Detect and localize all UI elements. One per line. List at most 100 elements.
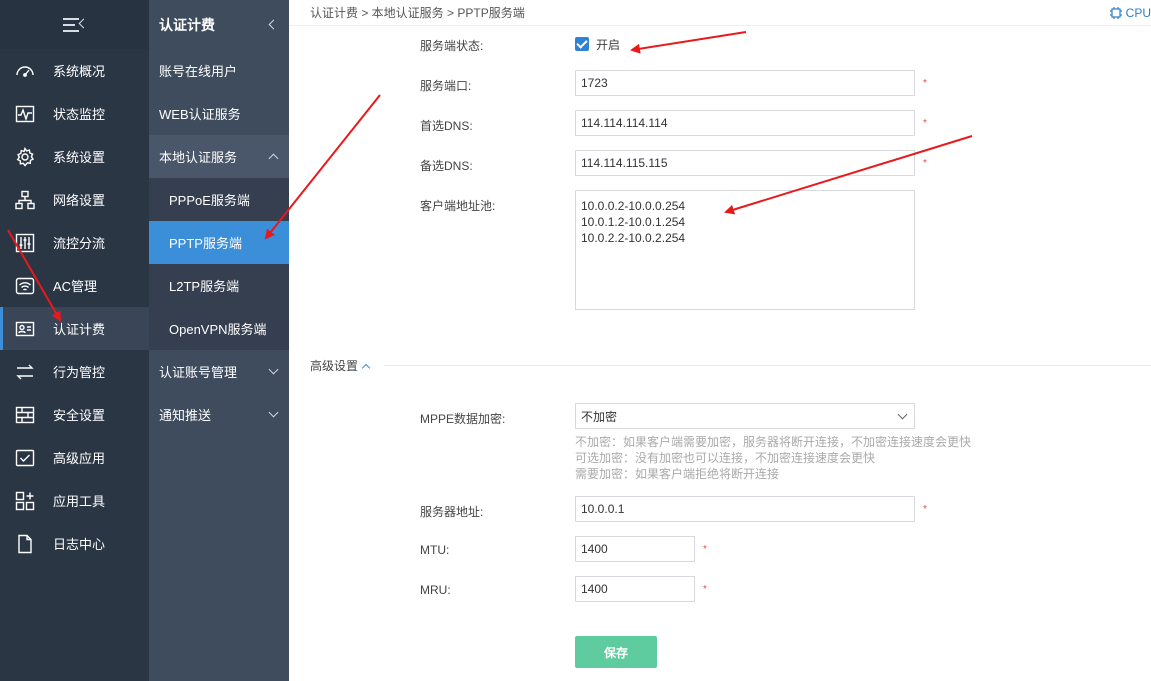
network-icon — [14, 190, 36, 210]
sidebar-item-network[interactable]: 网络设置 — [0, 178, 149, 221]
sidebar-item-monitor[interactable]: 状态监控 — [0, 92, 149, 135]
subnav-item-account-mgmt[interactable]: 认证账号管理 — [149, 350, 289, 393]
port-label: 服务端口: — [420, 79, 472, 93]
sidebar-item-label: 认证计费 — [53, 322, 106, 337]
chevron-down-icon — [268, 407, 279, 418]
sub-sidebar-header: 认证计费 — [149, 0, 289, 49]
server-address-input[interactable] — [575, 496, 915, 522]
sidebar-item-advanced-apps[interactable]: 高级应用 — [0, 436, 149, 479]
subnav-item-label: OpenVPN服务端 — [169, 322, 267, 337]
mtu-input[interactable] — [575, 536, 695, 562]
sidebar-item-label: 高级应用 — [53, 451, 106, 466]
subnav-item-label: PPTP服务端 — [169, 236, 242, 251]
chevron-down-icon — [897, 409, 908, 419]
subnav-item-pppoe[interactable]: PPPoE服务端 — [149, 178, 289, 221]
collapse-menu-icon[interactable] — [62, 17, 88, 33]
breadcrumb: 认证计费 > 本地认证服务 > PPTP服务端 — [310, 6, 525, 20]
sidebar-item-label: 网络设置 — [53, 193, 106, 208]
advanced-divider — [384, 365, 1151, 366]
check-box-icon — [14, 448, 36, 468]
sidebar-item-logs[interactable]: 日志中心 — [0, 522, 149, 565]
advanced-settings-toggle[interactable]: 高级设置 — [310, 357, 371, 374]
sub-sidebar-title: 认证计费 — [159, 16, 215, 33]
sidebar-item-label: 行为管控 — [53, 365, 106, 380]
chevron-left-icon[interactable] — [268, 19, 279, 30]
subnav-item-pptp[interactable]: PPTP服务端 — [149, 221, 289, 264]
firewall-icon — [14, 405, 36, 425]
required-mark: * — [703, 544, 707, 555]
subnav-item-label: 本地认证服务 — [159, 150, 238, 165]
required-mark: * — [703, 584, 707, 595]
sidebar-item-security[interactable]: 安全设置 — [0, 393, 149, 436]
sidebar-item-flow-control[interactable]: 流控分流 — [0, 221, 149, 264]
dns1-label: 首选DNS: — [420, 119, 473, 133]
sidebar-item-label: 日志中心 — [53, 537, 106, 552]
sub-nav: 账号在线用户 WEB认证服务 本地认证服务 PPPoE服务端 PPTP服务端 L… — [149, 49, 289, 436]
mru-input[interactable] — [575, 576, 695, 602]
subnav-item-local-auth[interactable]: 本地认证服务 — [149, 135, 289, 178]
main-content: 认证计费 > 本地认证服务 > PPTP服务端 CPU 服务端状态: 开启 服务… — [289, 0, 1151, 681]
required-mark: * — [923, 158, 927, 169]
cpu-label: CPU — [1125, 5, 1151, 20]
sidebar-item-label: 流控分流 — [53, 236, 106, 251]
subnav-item-online-users[interactable]: 账号在线用户 — [149, 49, 289, 92]
dns2-input[interactable] — [575, 150, 915, 176]
main-sidebar: 系统概况 状态监控 系统设置 网络设置 流控分流 AC管理 认证计费 行为管控 … — [0, 0, 149, 681]
help-line: 需要加密：如果客户端拒绝将断开连接 — [575, 467, 780, 481]
port-input[interactable] — [575, 70, 915, 96]
id-card-icon — [14, 319, 36, 339]
chevron-down-icon — [268, 364, 279, 375]
dns1-input[interactable] — [575, 110, 915, 136]
mppe-label: MPPE数据加密: — [420, 412, 506, 426]
subnav-item-l2tp[interactable]: L2TP服务端 — [149, 264, 289, 307]
mppe-selected-value: 不加密 — [581, 409, 618, 424]
monitor-icon — [14, 104, 36, 124]
sidebar-item-behavior[interactable]: 行为管控 — [0, 350, 149, 393]
sidebar-item-ac[interactable]: AC管理 — [0, 264, 149, 307]
cpu-indicator[interactable]: CPU — [1109, 6, 1151, 20]
subnav-item-label: 账号在线用户 — [159, 64, 238, 79]
sidebar-item-label: 系统概况 — [53, 64, 106, 79]
subnav-item-openvpn[interactable]: OpenVPN服务端 — [149, 307, 289, 350]
required-mark: * — [923, 118, 927, 129]
help-line: 不加密：如果客户端需要加密，服务器将断开连接，不加密连接速度会更快 — [575, 435, 972, 449]
chevron-up-icon — [361, 363, 371, 372]
chevron-up-icon — [268, 153, 279, 164]
mru-label: MRU: — [420, 583, 451, 597]
gear-icon — [14, 146, 36, 167]
status-checkbox[interactable] — [575, 37, 589, 51]
apps-icon — [14, 491, 36, 511]
sidebar-item-auth-billing[interactable]: 认证计费 — [0, 307, 149, 350]
wifi-icon — [14, 276, 36, 296]
sidebar-item-overview[interactable]: 系统概况 — [0, 49, 149, 92]
mtu-label: MTU: — [420, 543, 450, 557]
required-mark: * — [923, 78, 927, 89]
subnav-item-label: WEB认证服务 — [159, 107, 241, 122]
subnav-item-notify[interactable]: 通知推送 — [149, 393, 289, 436]
subnav-item-label: L2TP服务端 — [169, 279, 240, 294]
required-mark: * — [923, 504, 927, 515]
sidebar-item-label: 应用工具 — [53, 494, 106, 509]
swap-arrows-icon — [14, 362, 36, 382]
mppe-help-text: 不加密：如果客户端需要加密，服务器将断开连接，不加密连接速度会更快 可选加密：没… — [575, 434, 971, 482]
top-bar: 认证计费 > 本地认证服务 > PPTP服务端 CPU — [289, 0, 1151, 26]
status-checkbox-label[interactable]: 开启 — [596, 36, 620, 53]
sidebar-item-app-tools[interactable]: 应用工具 — [0, 479, 149, 522]
pool-label: 客户端地址池: — [420, 199, 496, 213]
mppe-select[interactable]: 不加密 — [575, 403, 915, 429]
sidebar-item-system-settings[interactable]: 系统设置 — [0, 135, 149, 178]
sub-sidebar: 认证计费 账号在线用户 WEB认证服务 本地认证服务 PPPoE服务端 PPTP… — [149, 0, 289, 681]
save-button[interactable]: 保存 — [575, 636, 657, 668]
dashboard-icon — [14, 61, 36, 81]
advanced-settings-title: 高级设置 — [310, 359, 359, 373]
main-nav: 系统概况 状态监控 系统设置 网络设置 流控分流 AC管理 认证计费 行为管控 … — [0, 49, 149, 565]
subnav-item-web-auth[interactable]: WEB认证服务 — [149, 92, 289, 135]
address-pool-textarea[interactable]: 10.0.0.2-10.0.0.254 10.0.1.2-10.0.1.254 … — [575, 190, 915, 310]
sidebar-item-label: AC管理 — [53, 279, 98, 294]
subnav-item-label: 认证账号管理 — [159, 365, 238, 380]
cpu-icon — [1109, 6, 1122, 19]
server-address-label: 服务器地址: — [420, 505, 484, 519]
sidebar-item-label: 状态监控 — [53, 107, 106, 122]
sliders-icon — [14, 233, 36, 253]
document-icon — [14, 534, 36, 554]
